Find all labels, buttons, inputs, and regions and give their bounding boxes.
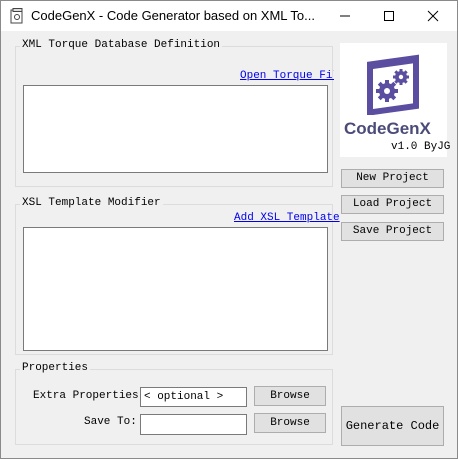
minimize-button[interactable] — [323, 1, 367, 31]
title-bar[interactable]: CodeGenX - Code Generator based on XML T… — [1, 1, 457, 31]
xsl-group-title: XSL Template Modifier — [20, 197, 163, 209]
maximize-icon — [384, 11, 394, 21]
xsl-textarea[interactable] — [23, 227, 328, 351]
save-project-button[interactable]: Save Project — [341, 222, 444, 241]
new-project-button[interactable]: New Project — [341, 169, 444, 188]
save-to-label: Save To: — [84, 416, 137, 428]
load-project-button[interactable]: Load Project — [341, 195, 444, 214]
extra-properties-label: Extra Properties F — [33, 390, 152, 402]
app-icon — [10, 8, 24, 24]
maximize-button[interactable] — [367, 1, 411, 31]
open-torque-file-link[interactable]: Open Torque File — [240, 70, 334, 82]
browse-save-button[interactable]: Browse — [254, 413, 326, 433]
close-button[interactable] — [411, 1, 455, 31]
add-xsl-template-link[interactable]: Add XSL Template — [234, 212, 340, 224]
version-label: v1.0 ByJG — [391, 141, 451, 153]
window-title: CodeGenX - Code Generator based on XML T… — [31, 8, 316, 23]
close-icon — [427, 10, 439, 22]
generate-code-button[interactable]: Generate Code — [341, 406, 444, 446]
gear-logo-icon — [367, 54, 419, 115]
save-to-field[interactable] — [140, 414, 247, 435]
main-window: CodeGenX - Code Generator based on XML T… — [0, 0, 458, 459]
properties-group-title: Properties — [20, 362, 91, 374]
extra-properties-field[interactable]: < optional > — [140, 387, 247, 407]
browse-extra-button[interactable]: Browse — [254, 386, 326, 406]
xml-textarea[interactable] — [23, 85, 328, 173]
xml-group-title: XML Torque Database Definition — [20, 39, 223, 51]
logo-name: CodeGenX — [344, 119, 431, 138]
minimize-icon — [340, 15, 350, 17]
